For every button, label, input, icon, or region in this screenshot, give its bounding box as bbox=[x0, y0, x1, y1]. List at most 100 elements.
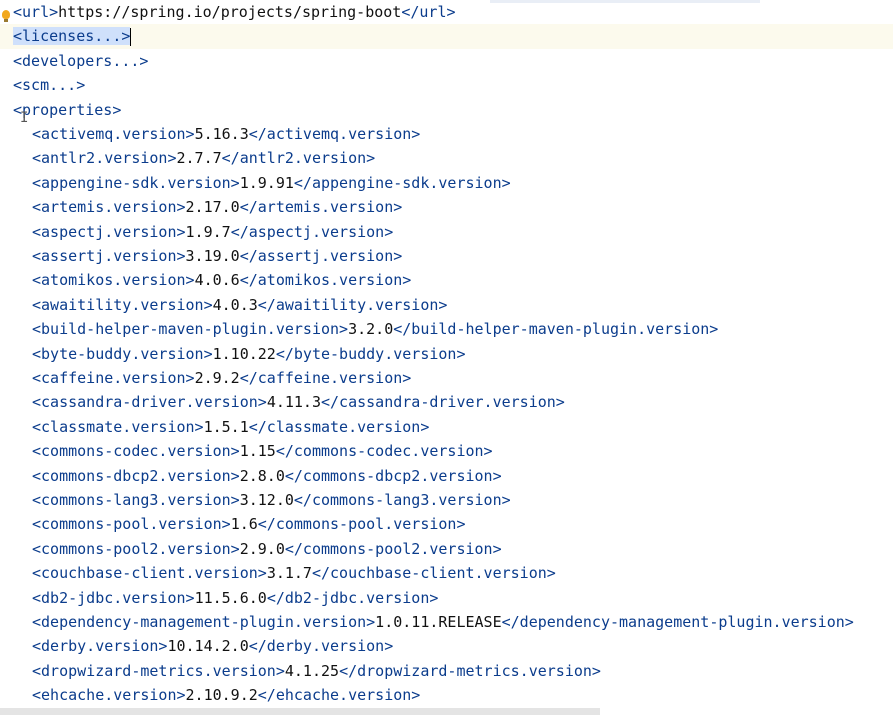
property-value: 3.19.0 bbox=[185, 247, 240, 265]
property-close-tag: </antlr2.version> bbox=[221, 149, 376, 168]
property-open-tag: <commons-codec.version> bbox=[32, 442, 240, 461]
property-close-tag: </aspectj.version> bbox=[230, 222, 394, 241]
property-open-tag: <ehcache.version> bbox=[32, 686, 186, 705]
text-caret bbox=[130, 27, 132, 46]
url-close-tag: </url> bbox=[401, 3, 456, 21]
property-close-tag: </derby.version> bbox=[248, 637, 394, 656]
property-line[interactable]: <dependency-management-plugin.version>1.… bbox=[0, 610, 893, 634]
property-value: 11.5.6.0 bbox=[194, 588, 267, 607]
property-line[interactable]: <commons-lang3.version>3.12.0</commons-l… bbox=[0, 488, 893, 512]
property-open-tag: <commons-lang3.version> bbox=[32, 491, 240, 509]
property-close-tag: </commons-pool.version> bbox=[257, 515, 466, 534]
property-line[interactable]: <build-helper-maven-plugin.version>3.2.0… bbox=[0, 317, 893, 341]
property-open-tag: <atomikos.version> bbox=[32, 271, 195, 290]
property-value: 4.0.3 bbox=[212, 295, 258, 314]
property-line[interactable]: <couchbase-client.version>3.1.7</couchba… bbox=[0, 561, 893, 585]
url-text: https://spring.io/projects/spring-boot bbox=[58, 3, 402, 21]
property-close-tag: </byte-buddy.version> bbox=[275, 344, 466, 363]
property-value: 1.5.1 bbox=[203, 417, 249, 436]
code-line-properties[interactable]: <properties> bbox=[0, 98, 893, 122]
property-line[interactable]: <byte-buddy.version>1.10.22</byte-buddy.… bbox=[0, 342, 893, 366]
property-line[interactable]: <awaitility.version>4.0.3</awaitility.ve… bbox=[0, 293, 893, 317]
property-value: 2.9.0 bbox=[239, 539, 285, 558]
property-value: 3.12.0 bbox=[239, 491, 294, 509]
property-line[interactable]: <assertj.version>3.19.0</assertj.version… bbox=[0, 244, 893, 268]
property-close-tag: </commons-codec.version> bbox=[275, 442, 493, 461]
property-value: 3.1.7 bbox=[266, 564, 312, 583]
property-close-tag: </commons-lang3.version> bbox=[293, 491, 511, 509]
property-open-tag: <activemq.version> bbox=[32, 125, 195, 143]
property-open-tag: <cassandra-driver.version> bbox=[32, 393, 267, 412]
property-line[interactable]: <commons-dbcp2.version>2.8.0</commons-db… bbox=[0, 464, 893, 488]
property-close-tag: </atomikos.version> bbox=[239, 271, 412, 290]
property-line[interactable]: <activemq.version>5.16.3</activemq.versi… bbox=[0, 122, 893, 146]
property-value: 1.0.11.RELEASE bbox=[375, 613, 502, 631]
property-line[interactable]: <classmate.version>1.5.1</classmate.vers… bbox=[0, 415, 893, 439]
property-close-tag: </build-helper-maven-plugin.version> bbox=[393, 320, 719, 339]
property-line[interactable]: <commons-pool.version>1.6</commons-pool.… bbox=[0, 512, 893, 536]
property-line[interactable]: <atomikos.version>4.0.6</atomikos.versio… bbox=[0, 268, 893, 292]
property-open-tag: <dependency-management-plugin.version> bbox=[32, 613, 376, 631]
property-value: 1.15 bbox=[239, 442, 276, 461]
code-editor[interactable]: <url>https://spring.io/projects/spring-b… bbox=[0, 0, 893, 715]
property-open-tag: <commons-pool.version> bbox=[32, 515, 231, 534]
property-line[interactable]: <ehcache.version>2.10.9.2</ehcache.versi… bbox=[0, 683, 893, 707]
property-close-tag: </assertj.version> bbox=[239, 247, 403, 265]
property-value: 10.14.2.0 bbox=[167, 637, 249, 656]
property-open-tag: <antlr2.version> bbox=[32, 149, 177, 168]
property-open-tag: <commons-dbcp2.version> bbox=[32, 466, 240, 485]
property-value: 1.9.7 bbox=[185, 222, 231, 241]
property-open-tag: <db2-jdbc.version> bbox=[32, 588, 195, 607]
code-line-url[interactable]: <url>https://spring.io/projects/spring-b… bbox=[0, 0, 893, 24]
property-line[interactable]: <aspectj.version>1.9.7</aspectj.version> bbox=[0, 220, 893, 244]
property-close-tag: </activemq.version> bbox=[248, 125, 421, 143]
code-line-scm[interactable]: <scm...> bbox=[0, 73, 893, 97]
licenses-folded-block[interactable]: <licenses...> bbox=[13, 27, 131, 46]
property-open-tag: <build-helper-maven-plugin.version> bbox=[32, 320, 349, 339]
property-open-tag: <derby.version> bbox=[32, 637, 168, 656]
property-value: 1.6 bbox=[230, 515, 258, 534]
property-line[interactable]: <db2-jdbc.version>11.5.6.0</db2-jdbc.ver… bbox=[0, 586, 893, 610]
property-close-tag: </caffeine.version> bbox=[239, 369, 412, 387]
developers-folded-block[interactable]: <developers...> bbox=[13, 52, 148, 70]
property-open-tag: <classmate.version> bbox=[32, 417, 204, 436]
property-close-tag: </couchbase-client.version> bbox=[311, 564, 556, 583]
property-close-tag: </classmate.version> bbox=[248, 417, 430, 436]
property-close-tag: </commons-dbcp2.version> bbox=[284, 466, 502, 485]
property-value: 4.11.3 bbox=[266, 393, 321, 412]
property-line[interactable]: <appengine-sdk.version>1.9.91</appengine… bbox=[0, 171, 893, 195]
property-line[interactable]: <antlr2.version>2.7.7</antlr2.version> bbox=[0, 146, 893, 170]
property-line[interactable]: <commons-pool2.version>2.9.0</commons-po… bbox=[0, 537, 893, 561]
property-line[interactable]: <caffeine.version>2.9.2</caffeine.versio… bbox=[0, 366, 893, 390]
property-line[interactable]: <artemis.version>2.17.0</artemis.version… bbox=[0, 195, 893, 219]
property-open-tag: <caffeine.version> bbox=[32, 369, 195, 387]
property-open-tag: <byte-buddy.version> bbox=[32, 344, 213, 363]
property-open-tag: <couchbase-client.version> bbox=[32, 564, 267, 583]
property-close-tag: </dependency-management-plugin.version> bbox=[501, 613, 854, 631]
code-line-developers[interactable]: <developers...> bbox=[0, 49, 893, 73]
property-open-tag: <appengine-sdk.version> bbox=[32, 173, 240, 192]
property-value: 4.1.25 bbox=[284, 661, 340, 680]
properties-open-tag: <properties> bbox=[13, 100, 122, 119]
scm-folded-block[interactable]: <scm...> bbox=[13, 76, 85, 94]
property-line[interactable]: <cassandra-driver.version>4.11.3</cassan… bbox=[0, 390, 893, 414]
property-value: 5.16.3 bbox=[194, 125, 249, 143]
property-close-tag: </db2-jdbc.version> bbox=[266, 588, 439, 607]
code-line-licenses[interactable]: <licenses...> bbox=[0, 24, 893, 49]
property-line[interactable]: <commons-codec.version>1.15</commons-cod… bbox=[0, 439, 893, 463]
property-open-tag: <awaitility.version> bbox=[32, 295, 213, 314]
property-line[interactable]: <dropwizard-metrics.version>4.1.25</drop… bbox=[0, 659, 893, 683]
property-value: 2.10.9.2 bbox=[185, 686, 258, 705]
property-line[interactable]: <derby.version>10.14.2.0</derby.version> bbox=[0, 634, 893, 658]
property-close-tag: </ehcache.version> bbox=[257, 686, 421, 705]
property-value: 2.8.0 bbox=[239, 466, 285, 485]
property-open-tag: <aspectj.version> bbox=[32, 222, 186, 241]
property-value: 2.7.7 bbox=[176, 149, 222, 168]
property-value: 1.9.91 bbox=[239, 173, 294, 192]
horizontal-scrollbar[interactable] bbox=[0, 708, 600, 715]
property-close-tag: </artemis.version> bbox=[239, 198, 403, 217]
property-value: 2.17.0 bbox=[185, 198, 240, 217]
property-open-tag: <commons-pool2.version> bbox=[32, 539, 240, 558]
property-close-tag: </awaitility.version> bbox=[257, 295, 448, 314]
property-value: 2.9.2 bbox=[194, 369, 240, 387]
